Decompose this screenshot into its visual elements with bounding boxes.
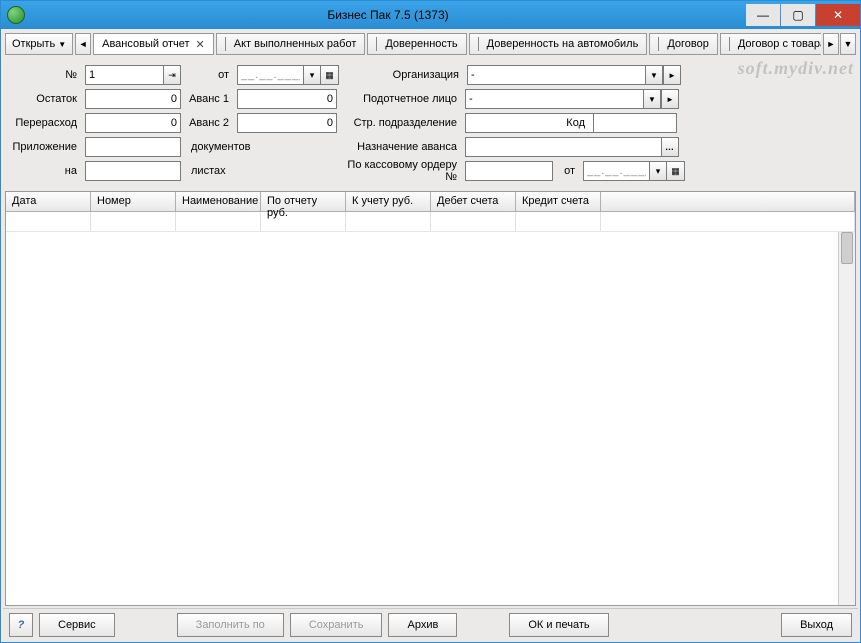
org-next-button[interactable]: ► — [663, 65, 681, 85]
label-advance1: Аванс 1 — [185, 93, 233, 105]
number-next-button[interactable]: ⇥ — [163, 65, 181, 85]
help-button[interactable]: ? — [9, 613, 33, 637]
tab-proxy[interactable]: Доверенность — [367, 33, 466, 55]
label-purpose: Назначение аванса — [341, 141, 461, 153]
label-balance: Остаток — [11, 93, 81, 105]
minimize-button[interactable]: — — [746, 4, 780, 26]
table-row[interactable] — [6, 212, 855, 232]
label-sheets: листах — [185, 165, 337, 177]
label-advance2: Аванс 2 — [185, 117, 233, 129]
org-dropdown[interactable] — [467, 65, 645, 85]
col-account[interactable]: К учету руб. — [346, 192, 431, 211]
exit-button[interactable]: Выход — [781, 613, 852, 637]
toolbar: Открыть ▼ ◄ Авансовый отчет ✕ Акт выполн… — [3, 31, 858, 57]
purpose-browse-button[interactable]: … — [661, 137, 679, 157]
tab-label: Доверенность на автомобиль — [487, 38, 639, 50]
tab-contract-goods[interactable]: Договор с товарами — [720, 33, 821, 55]
balance-input[interactable] — [85, 89, 181, 109]
tab-advance-report[interactable]: Авансовый отчет ✕ — [93, 33, 214, 55]
col-debit[interactable]: Дебет счета — [431, 192, 516, 211]
ok-print-button[interactable]: ОК и печать — [509, 613, 608, 637]
label-cash: По кассовому ордеру № — [341, 159, 461, 183]
cash-order-input[interactable] — [465, 161, 553, 181]
label-on: на — [11, 165, 81, 177]
label-overexp: Перерасход — [11, 117, 81, 129]
struct-input[interactable] — [465, 113, 614, 133]
grid-body[interactable] — [6, 232, 855, 605]
caret-down-icon: ▼ — [58, 40, 66, 49]
col-date[interactable]: Дата — [6, 192, 91, 211]
col-name[interactable]: Наименование — [176, 192, 261, 211]
tab-label: Акт выполненных работ — [234, 38, 357, 50]
date2-spin-button[interactable]: ▾ — [649, 161, 667, 181]
app-icon — [7, 6, 25, 24]
tab-nav-right[interactable]: ► — [823, 33, 839, 55]
service-button[interactable]: Сервис — [39, 613, 115, 637]
tab-menu-button[interactable]: ▼ — [840, 33, 856, 55]
col-rest — [601, 192, 855, 211]
person-next-button[interactable]: ► — [661, 89, 679, 109]
number-input[interactable] — [85, 65, 163, 85]
save-button[interactable]: Сохранить — [290, 613, 383, 637]
document-tabs: Авансовый отчет ✕ Акт выполненных работ … — [93, 33, 821, 55]
label-docs: документов — [185, 141, 337, 153]
label-struct: Стр. подразделение — [341, 117, 461, 129]
maximize-button[interactable]: ▢ — [781, 4, 815, 26]
label-from2: от — [557, 165, 579, 177]
fill-button[interactable]: Заполнить по — [177, 613, 284, 637]
data-grid[interactable]: Дата Номер Наименование По отчету руб. К… — [5, 191, 856, 606]
archive-button[interactable]: Архив — [388, 613, 457, 637]
label-code: Код — [559, 117, 589, 129]
tab-nav-left[interactable]: ◄ — [75, 33, 91, 55]
date-input[interactable] — [237, 65, 303, 85]
tab-completed-works[interactable]: Акт выполненных работ — [216, 33, 366, 55]
tab-label: Авансовый отчет — [102, 38, 189, 50]
label-org: Организация — [343, 69, 463, 81]
footer: ? Сервис Заполнить по Сохранить Архив ОК… — [3, 608, 858, 640]
label-from: от — [185, 69, 233, 81]
scrollbar[interactable] — [838, 232, 855, 605]
tab-proxy-auto[interactable]: Доверенность на автомобиль — [469, 33, 648, 55]
code-input[interactable] — [593, 113, 677, 133]
open-label: Открыть — [12, 38, 55, 50]
close-icon[interactable]: ✕ — [196, 38, 205, 51]
chevron-down-icon[interactable]: ▼ — [645, 65, 663, 85]
open-button[interactable]: Открыть ▼ — [5, 33, 73, 55]
label-attachment: Приложение — [11, 141, 81, 153]
close-button[interactable]: ✕ — [816, 4, 860, 26]
attachment-input[interactable] — [85, 137, 181, 157]
label-number: № — [11, 69, 81, 81]
col-credit[interactable]: Кредит счета — [516, 192, 601, 211]
overexp-input[interactable] — [85, 113, 181, 133]
calendar2-button[interactable]: ▦ — [667, 161, 685, 181]
titlebar: Бизнес Пак 7.5 (1373) — ▢ ✕ — [1, 1, 860, 29]
person-dropdown[interactable] — [465, 89, 643, 109]
window-title: Бизнес Пак 7.5 (1373) — [31, 8, 745, 22]
calendar-button[interactable]: ▦ — [321, 65, 339, 85]
advance1-input[interactable] — [237, 89, 337, 109]
tab-label: Договор с товарами — [738, 38, 821, 50]
label-person: Подотчетное лицо — [341, 93, 461, 105]
date-spin-button[interactable]: ▾ — [303, 65, 321, 85]
tab-label: Доверенность — [385, 38, 457, 50]
date2-input[interactable] — [583, 161, 649, 181]
col-report[interactable]: По отчету руб. — [261, 192, 346, 211]
advance2-input[interactable] — [237, 113, 337, 133]
tab-contract[interactable]: Договор — [649, 33, 718, 55]
grid-header: Дата Номер Наименование По отчету руб. К… — [6, 192, 855, 212]
form-area: № ⇥ от ▾ ▦ Организация ▼ ► — [3, 59, 858, 189]
tab-label: Договор — [667, 38, 709, 50]
on-input[interactable] — [85, 161, 181, 181]
col-number[interactable]: Номер — [91, 192, 176, 211]
scrollbar-thumb[interactable] — [841, 232, 853, 264]
chevron-down-icon[interactable]: ▼ — [643, 89, 661, 109]
purpose-input[interactable] — [465, 137, 661, 157]
